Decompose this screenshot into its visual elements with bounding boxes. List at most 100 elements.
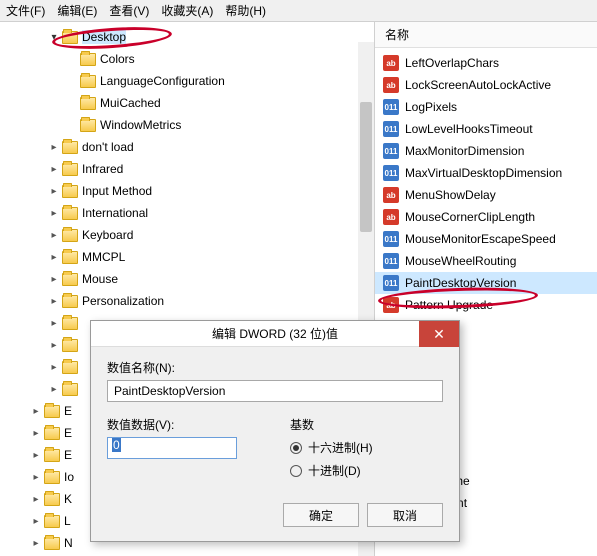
list-item[interactable]: abMenuShowDelay (375, 184, 597, 206)
folder-icon (62, 273, 78, 286)
folder-icon (62, 383, 78, 396)
dword-icon: 011 (383, 121, 399, 137)
chevron-right-icon[interactable]: ▸ (48, 230, 60, 241)
list-item[interactable]: ab Pattern Upgrade (375, 294, 597, 316)
chevron-right-icon[interactable]: ▸ (48, 274, 60, 285)
chevron-right-icon[interactable]: ▸ (48, 142, 60, 153)
radio-icon (290, 465, 302, 477)
tree-item[interactable]: ▸ Infrared (8, 158, 374, 180)
tree-item-label: E (64, 426, 72, 440)
tree-item[interactable]: ▸ Input Method (8, 180, 374, 202)
tree-item[interactable]: ▸ Mouse (8, 268, 374, 290)
chevron-right-icon[interactable]: ▸ (48, 362, 60, 373)
radio-icon (290, 442, 302, 454)
list-item-label: MouseCornerClipLength (405, 210, 535, 224)
chevron-right-icon[interactable]: ▸ (48, 186, 60, 197)
menu-file[interactable]: 文件(F) (6, 2, 45, 19)
chevron-right-icon[interactable]: ▸ (30, 516, 42, 527)
menu-edit[interactable]: 编辑(E) (57, 2, 97, 19)
list-item[interactable]: 011MouseMonitorEscapeSpeed (375, 228, 597, 250)
string-icon: ab (383, 297, 399, 313)
folder-icon (44, 515, 60, 528)
menu-help[interactable]: 帮助(H) (225, 2, 266, 19)
ok-button[interactable]: 确定 (283, 503, 359, 527)
chevron-right-icon[interactable]: ▸ (48, 164, 60, 175)
list-header-name[interactable]: 名称 (375, 22, 597, 48)
chevron-down-icon[interactable]: ▾ (48, 32, 60, 43)
list-item[interactable]: 011LogPixels (375, 96, 597, 118)
tree-item-label: LanguageConfiguration (100, 74, 225, 88)
dword-icon: 011 (383, 253, 399, 269)
folder-icon (62, 339, 78, 352)
chevron-right-icon[interactable]: ▸ (48, 318, 60, 329)
folder-icon (62, 207, 78, 220)
radix-hex-option[interactable]: 十六进制(H) (290, 439, 443, 456)
list-item[interactable]: 011MouseWheelRouting (375, 250, 597, 272)
string-icon: ab (383, 187, 399, 203)
chevron-right-icon[interactable]: ▸ (30, 450, 42, 461)
dialog-title-bar[interactable]: 编辑 DWORD (32 位)值 ✕ (91, 321, 459, 347)
tree-item[interactable]: LanguageConfiguration (8, 70, 374, 92)
tree-item-label: Input Method (82, 184, 152, 198)
radix-hex-label: 十六进制(H) (308, 439, 373, 456)
tree-item[interactable]: ▸ don't load (8, 136, 374, 158)
close-icon[interactable]: ✕ (419, 321, 459, 347)
value-name-label: 数值名称(N): (107, 359, 443, 376)
tree-item-label: don't load (82, 140, 134, 154)
string-icon: ab (383, 55, 399, 71)
tree-item-label: WindowMetrics (100, 118, 181, 132)
list-item[interactable]: 011PaintDesktopVersion (375, 272, 597, 294)
chevron-right-icon[interactable]: ▸ (30, 406, 42, 417)
tree-item[interactable]: MuiCached (8, 92, 374, 114)
list-item-label: LogPixels (405, 100, 457, 114)
chevron-right-icon[interactable]: ▸ (30, 494, 42, 505)
tree-item-label: L (64, 514, 71, 528)
menu-view[interactable]: 查看(V) (109, 2, 149, 19)
tree-item-label: MMCPL (82, 250, 125, 264)
cancel-button[interactable]: 取消 (367, 503, 443, 527)
list-item[interactable]: abMouseCornerClipLength (375, 206, 597, 228)
tree-item[interactable]: ▾Desktop (8, 26, 374, 48)
chevron-right-icon[interactable]: ▸ (48, 340, 60, 351)
folder-icon (62, 185, 78, 198)
tree-item-label: N (64, 536, 73, 550)
tree-item-label: Infrared (82, 162, 123, 176)
folder-icon (62, 141, 78, 154)
folder-icon (80, 75, 96, 88)
dword-icon: 011 (383, 231, 399, 247)
tree-item[interactable]: WindowMetrics (8, 114, 374, 136)
chevron-right-icon[interactable]: ▸ (48, 384, 60, 395)
folder-icon (44, 471, 60, 484)
chevron-right-icon[interactable]: ▸ (48, 252, 60, 263)
value-data-input[interactable]: 0 (107, 437, 237, 459)
tree-item[interactable]: ▸ MMCPL (8, 246, 374, 268)
radix-dec-option[interactable]: 十进制(D) (290, 462, 443, 479)
tree-item-label: Mouse (82, 272, 118, 286)
chevron-right-icon[interactable]: ▸ (48, 296, 60, 307)
folder-icon (62, 31, 78, 44)
tree-item-label: International (82, 206, 148, 220)
edit-dword-dialog: 编辑 DWORD (32 位)值 ✕ 数值名称(N): 数值数据(V): 0 基… (90, 320, 460, 542)
tree-item[interactable]: ▸ International (8, 202, 374, 224)
list-item[interactable]: 011MaxVirtualDesktopDimension (375, 162, 597, 184)
folder-icon (80, 97, 96, 110)
list-item[interactable]: 011MaxMonitorDimension (375, 140, 597, 162)
list-item[interactable]: abLockScreenAutoLockActive (375, 74, 597, 96)
chevron-right-icon[interactable]: ▸ (30, 538, 42, 549)
folder-icon (62, 163, 78, 176)
menu-fav[interactable]: 收藏夹(A) (161, 2, 213, 19)
tree-item[interactable]: ▸Personalization (8, 290, 374, 312)
chevron-right-icon[interactable]: ▸ (30, 428, 42, 439)
list-item-label: Pattern Upgrade (405, 298, 493, 312)
value-name-input[interactable] (107, 380, 443, 402)
tree-item[interactable]: Colors (8, 48, 374, 70)
list-item[interactable]: abLeftOverlapChars (375, 52, 597, 74)
chevron-right-icon[interactable]: ▸ (30, 472, 42, 483)
chevron-right-icon[interactable]: ▸ (48, 208, 60, 219)
list-item[interactable]: 011LowLevelHooksTimeout (375, 118, 597, 140)
scrollbar-thumb[interactable] (360, 102, 372, 232)
tree-item[interactable]: ▸Keyboard (8, 224, 374, 246)
tree-item-label: E (64, 404, 72, 418)
tree-item-label: Io (64, 470, 74, 484)
folder-icon (62, 317, 78, 330)
